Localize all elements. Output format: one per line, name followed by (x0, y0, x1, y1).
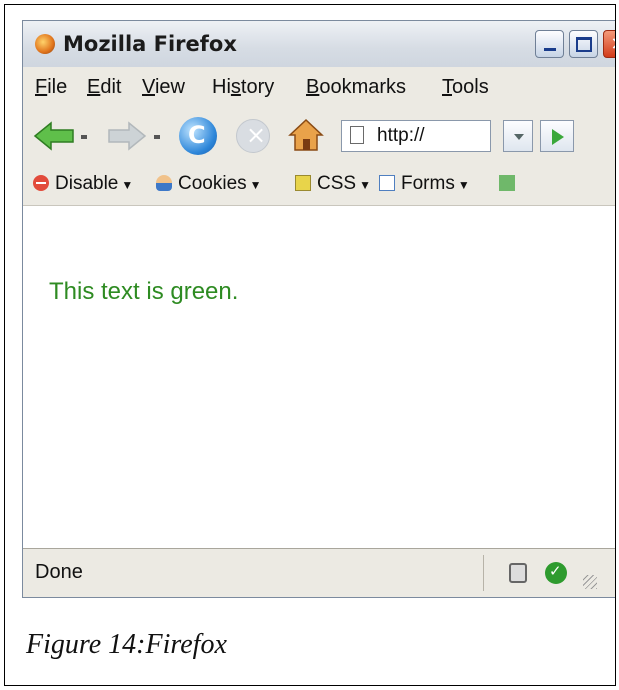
caret-down-icon: ▼ (249, 178, 262, 192)
firefox-window: Mozilla Firefox ✕ File Edit View History… (22, 20, 615, 598)
minimize-button[interactable] (535, 30, 564, 58)
menu-file[interactable]: File (35, 76, 67, 99)
resize-grip-icon[interactable] (583, 575, 597, 589)
images-icon (499, 175, 515, 191)
web-developer-toolbar: Disable ▼ Cookies ▼ CSS ▼ Forms ▼ (23, 165, 615, 206)
reload-icon[interactable] (179, 117, 217, 155)
close-button[interactable]: ✕ (603, 30, 615, 58)
devbar-disable[interactable]: Disable ▼ (33, 173, 133, 195)
go-button[interactable] (540, 120, 574, 152)
devbar-css[interactable]: CSS ▼ (295, 173, 371, 195)
green-text: This text is green. (49, 278, 239, 305)
page-icon (350, 126, 364, 144)
menu-history[interactable]: History (212, 76, 274, 99)
devbar-cookies[interactable]: Cookies ▼ (156, 173, 262, 195)
caret-down-icon: ▼ (457, 178, 470, 192)
url-text: http:// (377, 125, 425, 146)
minimize-icon (536, 31, 563, 57)
forward-arrow-icon[interactable] (107, 121, 147, 151)
disable-icon (33, 175, 49, 191)
status-divider (483, 555, 484, 591)
status-bar: Done (23, 548, 615, 597)
css-icon (295, 175, 311, 191)
menu-edit[interactable]: Edit (87, 76, 121, 99)
menu-view[interactable]: View (142, 76, 185, 99)
title-bar[interactable]: Mozilla Firefox ✕ (23, 21, 615, 68)
forward-history-dropdown[interactable] (154, 135, 160, 139)
maximize-button[interactable] (569, 30, 598, 58)
close-icon: ✕ (604, 31, 615, 57)
maximize-icon (570, 31, 597, 57)
window-title: Mozilla Firefox (63, 32, 237, 56)
menu-tools[interactable]: Tools (442, 76, 489, 99)
navigation-toolbar: http:// (23, 107, 615, 166)
caret-down-icon: ▼ (121, 178, 134, 192)
devbar-more[interactable] (499, 173, 521, 195)
menu-bar: File Edit View History Bookmarks Tools (23, 67, 615, 108)
url-dropdown-button[interactable] (503, 120, 533, 152)
stop-icon[interactable] (236, 119, 270, 153)
status-text: Done (35, 561, 83, 583)
back-arrow-icon[interactable] (33, 121, 75, 151)
validation-ok-icon[interactable] (545, 562, 567, 584)
cookies-icon (156, 175, 172, 191)
clipboard-icon[interactable] (509, 563, 527, 583)
firefox-logo-icon (35, 34, 55, 54)
page-content: This text is green. (23, 206, 615, 548)
url-field[interactable]: http:// (341, 120, 491, 152)
devbar-forms[interactable]: Forms ▼ (379, 173, 470, 195)
forms-icon (379, 175, 395, 191)
menu-bookmarks[interactable]: Bookmarks (306, 76, 406, 99)
caret-down-icon: ▼ (359, 178, 371, 192)
figure-caption: Figure 14:Firefox (26, 629, 227, 660)
home-icon[interactable] (288, 117, 324, 153)
back-history-dropdown[interactable] (81, 135, 87, 139)
